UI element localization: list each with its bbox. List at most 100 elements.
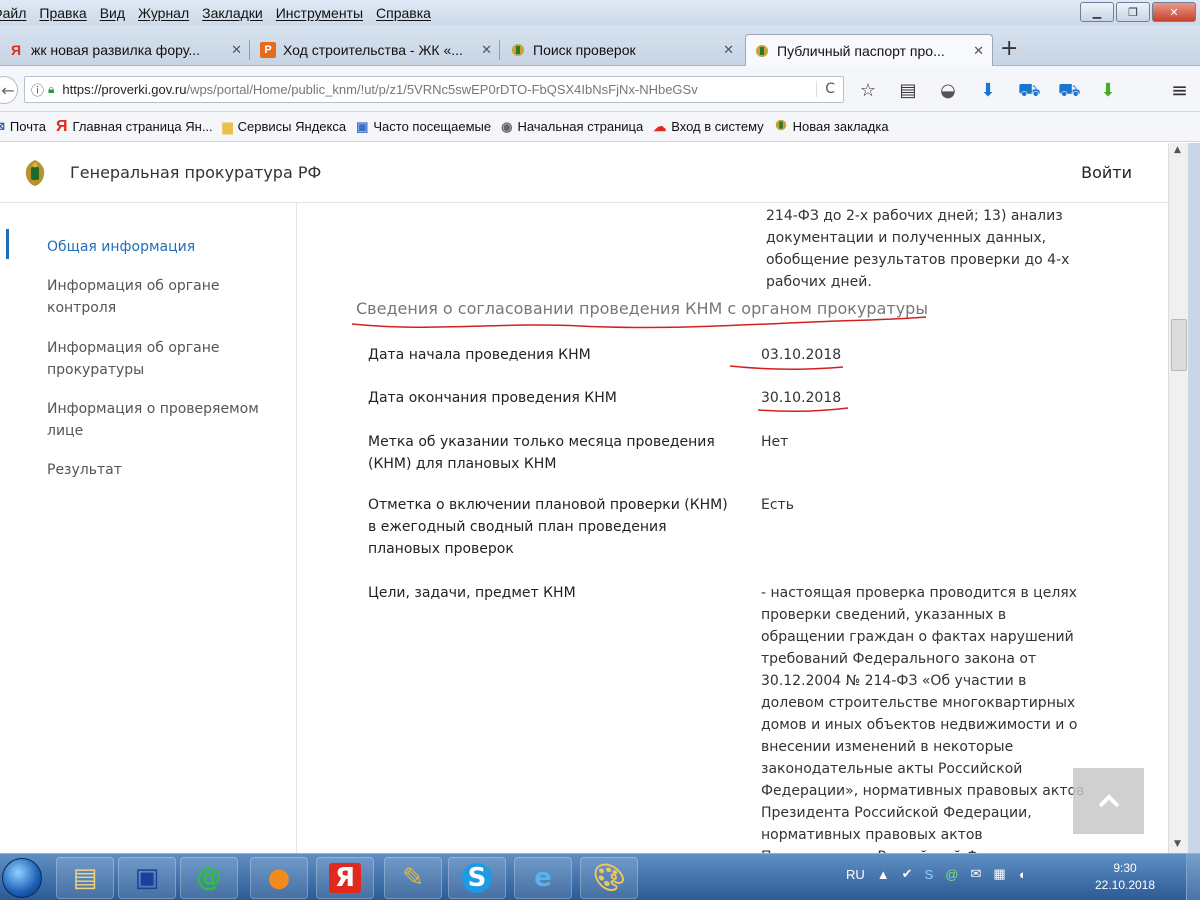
- star-icon[interactable]: ☆: [858, 80, 878, 104]
- close-window-button[interactable]: ✕: [1152, 2, 1196, 22]
- tab-label: Ход строительства - ЖК «...: [283, 42, 463, 58]
- clock[interactable]: 9:30 22.10.2018: [1090, 860, 1160, 894]
- menu-bookmarks[interactable]: Закладки: [202, 5, 263, 21]
- bookmark-label: Сервисы Яндекса: [237, 119, 347, 134]
- site-title[interactable]: Генеральная прокуратура РФ: [70, 163, 321, 182]
- bookmark-yandex-home[interactable]: Я Главная страница Ян...: [56, 118, 213, 136]
- yandex-browser-taskbar-icon[interactable]: Я: [316, 857, 374, 899]
- bookmark-label: Почта: [9, 119, 47, 134]
- close-tab-icon[interactable]: ✕: [973, 43, 984, 59]
- bookmark-new[interactable]: Новая закладка: [774, 118, 889, 135]
- minimize-button[interactable]: ▁: [1080, 2, 1114, 22]
- close-tab-icon[interactable]: ✕: [231, 42, 242, 58]
- tab-yandex-search[interactable]: Я жк новая развилка фору... ✕: [0, 34, 250, 66]
- system-tray: RU ▲ ✔ S @ ✉ ▦ ◖: [846, 866, 1026, 882]
- url-text[interactable]: https://proverki.gov.ru/wps/portal/Home/…: [62, 82, 762, 97]
- menu-file[interactable]: Файл: [0, 5, 26, 21]
- new-tab-button[interactable]: +: [1000, 36, 1018, 61]
- yandex-icon: Я: [56, 117, 68, 135]
- field-label: Дата окончания проведения КНМ: [368, 390, 617, 406]
- network-icon[interactable]: ▦: [993, 866, 1005, 882]
- volume-icon[interactable]: ◖: [1018, 867, 1026, 882]
- clock-date: 22.10.2018: [1094, 878, 1156, 892]
- firefox-taskbar-icon[interactable]: ●: [250, 857, 308, 899]
- cart-icon[interactable]: ⛟: [1018, 80, 1041, 104]
- bookmark-yandex-services[interactable]: ▆ Сервисы Яндекса: [223, 119, 346, 135]
- red-underline-annotation: [729, 365, 844, 370]
- info-icon[interactable]: ⓘ: [31, 80, 44, 99]
- bookmark-login[interactable]: ☁ Вход в систему: [653, 119, 763, 135]
- sidebar-item-general[interactable]: Общая информация: [47, 236, 267, 258]
- tab-public-passport[interactable]: Публичный паспорт про... ✕: [745, 34, 993, 66]
- bookmark-start-page[interactable]: ◉ Начальная страница: [501, 119, 643, 135]
- start-button[interactable]: [2, 858, 42, 898]
- scroll-up-icon[interactable]: ▲: [1174, 145, 1181, 155]
- emblem-icon: [774, 118, 788, 135]
- tray-app-icon[interactable]: ✔: [902, 866, 913, 882]
- close-tab-icon[interactable]: ✕: [723, 42, 734, 58]
- window-border: [1188, 143, 1200, 853]
- close-tab-icon[interactable]: ✕: [481, 42, 492, 58]
- explorer-taskbar-icon[interactable]: ▤: [56, 857, 114, 899]
- vertical-scrollbar[interactable]: ▲ ▼: [1168, 143, 1188, 853]
- sidebar-item-prosecutor-body[interactable]: Информация об органе прокуратуры: [47, 337, 247, 381]
- menu-history[interactable]: Журнал: [138, 5, 189, 21]
- clock-time: 9:30: [1113, 861, 1137, 875]
- bookmark-most-visited[interactable]: ▣ Часто посещаемые: [356, 119, 491, 135]
- mail-agent-taskbar-icon[interactable]: @: [180, 857, 238, 899]
- tab-label: Поиск проверок: [533, 42, 636, 58]
- menu-help[interactable]: Справка: [376, 5, 431, 21]
- red-underline-annotation: [351, 316, 927, 329]
- tab-search-inspections[interactable]: Поиск проверок ✕: [502, 34, 742, 66]
- login-link[interactable]: Войти: [1081, 163, 1132, 182]
- prosecutor-emblem-icon[interactable]: [22, 159, 48, 187]
- sidebar: Общая информация Информация об органе ко…: [0, 203, 297, 853]
- addon-download-icon[interactable]: ⬇: [1098, 80, 1118, 104]
- restore-button[interactable]: ❐: [1116, 2, 1150, 22]
- field-label: Цели, задачи, предмет КНМ: [368, 585, 576, 601]
- paint-taskbar-icon[interactable]: 🎨︎: [580, 857, 638, 899]
- scroll-to-top-button[interactable]: [1073, 768, 1144, 834]
- site-header: Генеральная прокуратура РФ Войти: [0, 143, 1168, 203]
- app-taskbar-icon[interactable]: ✎: [384, 857, 442, 899]
- skype-taskbar-icon[interactable]: S: [448, 857, 506, 899]
- folder-icon: ▆: [222, 118, 233, 134]
- sidebar-item-control-body[interactable]: Информация об органе контроля: [47, 275, 247, 319]
- scroll-down-icon[interactable]: ▼: [1174, 839, 1181, 849]
- language-indicator[interactable]: RU: [846, 867, 865, 882]
- bookmark-mail[interactable]: ✉ Почта: [0, 119, 46, 135]
- tab-construction[interactable]: P Ход строительства - ЖК «... ✕: [252, 34, 500, 66]
- back-button[interactable]: ←: [0, 76, 18, 104]
- address-bar[interactable]: ⓘ 🔒︎ https://proverki.gov.ru/wps/portal/…: [24, 76, 844, 103]
- bookmark-label: Главная страница Ян...: [72, 119, 213, 134]
- field-value: Есть: [761, 497, 794, 513]
- mail-agent-tray-icon[interactable]: @: [945, 867, 958, 882]
- skype-tray-icon[interactable]: S: [925, 867, 934, 882]
- menu-edit[interactable]: Правка: [39, 5, 86, 21]
- menu-tools[interactable]: Инструменты: [276, 5, 363, 21]
- menu-view[interactable]: Вид: [100, 5, 125, 21]
- bookmark-label: Начальная страница: [517, 119, 644, 134]
- reader-list-icon[interactable]: ▤: [898, 80, 918, 104]
- pocket-icon[interactable]: ◒: [938, 80, 958, 104]
- download-icon[interactable]: ⬇: [978, 80, 998, 104]
- active-indicator: [6, 229, 9, 259]
- hamburger-menu-icon[interactable]: ≡: [1171, 78, 1188, 102]
- sidebar-item-result[interactable]: Результат: [47, 459, 267, 481]
- scroll-thumb[interactable]: [1171, 319, 1187, 371]
- mail-tray-icon[interactable]: ✉: [970, 866, 981, 882]
- mail-icon: ✉: [0, 119, 5, 135]
- show-desktop-button[interactable]: [1186, 854, 1200, 900]
- globe-icon: ◉: [501, 118, 513, 134]
- sidebar-item-inspected-entity[interactable]: Информация о проверяемом лице: [47, 398, 262, 442]
- reload-icon[interactable]: C: [816, 81, 835, 97]
- cart-icon[interactable]: ⛟: [1058, 80, 1081, 104]
- tray-expand-icon[interactable]: ▲: [877, 867, 890, 882]
- field-label: Метка об указании только месяца проведен…: [368, 434, 715, 472]
- internet-explorer-taskbar-icon[interactable]: e: [514, 857, 572, 899]
- save-taskbar-icon[interactable]: ▣: [118, 857, 176, 899]
- red-underline-annotation: [757, 407, 849, 413]
- bookmarks-bar: ✉ Почта Я Главная страница Ян... ▆ Сервисы …: [0, 112, 1200, 142]
- yandex-icon: Я: [10, 42, 22, 58]
- lock-icon[interactable]: 🔒︎: [48, 82, 54, 97]
